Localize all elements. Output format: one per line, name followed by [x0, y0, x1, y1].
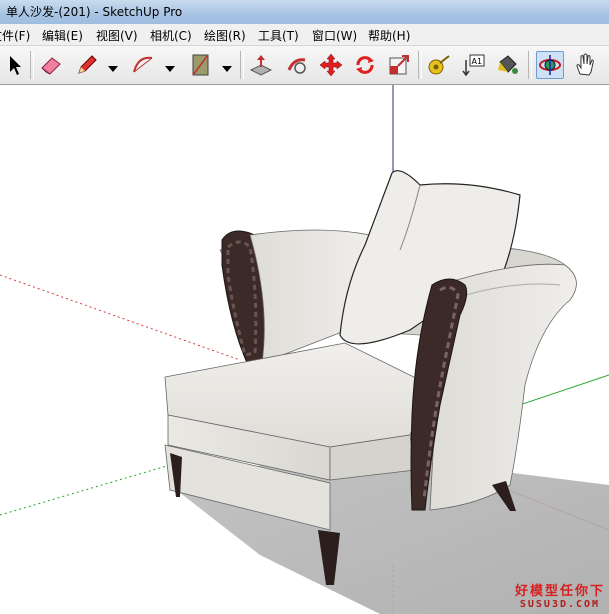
- menu-view[interactable]: 视图(V): [96, 27, 138, 44]
- menu-draw[interactable]: 绘图(R): [204, 27, 246, 44]
- text-icon[interactable]: A1: [460, 52, 486, 78]
- toolbar: A1: [0, 46, 609, 85]
- title-bar: 单人沙发-(201) - SketchUp Pro: [0, 0, 609, 25]
- toolbar-separator: [240, 51, 244, 79]
- watermark: 好模型任你下 SUSU3D.COM: [515, 580, 605, 610]
- pan-icon[interactable]: [572, 52, 598, 78]
- push-pull-icon[interactable]: [248, 52, 274, 78]
- select-icon[interactable]: [2, 52, 28, 78]
- pencil-icon[interactable]: [74, 52, 100, 78]
- green-axis-dashed-line: [0, 464, 171, 516]
- orbit-icon[interactable]: [536, 51, 564, 79]
- watermark-en: SUSU3D.COM: [519, 599, 601, 610]
- menu-bar: 文件(F) 编辑(E) 视图(V) 相机(C) 绘图(R) 工具(T) 窗口(W…: [0, 24, 609, 46]
- menu-edit[interactable]: 编辑(E): [42, 27, 83, 44]
- pencil-dropdown-chevron-icon[interactable]: [108, 59, 118, 72]
- drawing-viewport[interactable]: 好模型任你下 SUSU3D.COM: [0, 85, 609, 614]
- move-icon[interactable]: [318, 52, 344, 78]
- menu-camera[interactable]: 相机(C): [150, 27, 192, 44]
- text-tool-label: A1: [472, 57, 483, 66]
- arc-icon[interactable]: [130, 52, 156, 78]
- armchair-model[interactable]: [0, 85, 609, 614]
- arc-dropdown-chevron-icon[interactable]: [165, 59, 175, 72]
- toolbar-separator: [528, 51, 532, 79]
- rotate-icon[interactable]: [352, 52, 378, 78]
- menu-window[interactable]: 窗口(W): [312, 27, 357, 44]
- eraser-icon[interactable]: [38, 52, 64, 78]
- red-axis-dashed-line: [0, 274, 241, 361]
- menu-help[interactable]: 帮助(H): [368, 27, 410, 44]
- rectangle-dropdown-chevron-icon[interactable]: [222, 59, 232, 72]
- tape-measure-icon[interactable]: [426, 52, 452, 78]
- menu-file[interactable]: 文件(F): [0, 27, 30, 44]
- toolbar-separator: [418, 51, 422, 79]
- scale-icon[interactable]: [386, 52, 412, 78]
- paint-bucket-icon[interactable]: [494, 52, 520, 78]
- menu-tools[interactable]: 工具(T): [258, 27, 299, 44]
- watermark-cn: 好模型任你下: [514, 584, 605, 599]
- toolbar-separator: [30, 51, 34, 79]
- rectangle-icon[interactable]: [188, 52, 214, 78]
- window-title: 单人沙发-(201) - SketchUp Pro: [6, 5, 183, 19]
- follow-me-icon[interactable]: [284, 52, 310, 78]
